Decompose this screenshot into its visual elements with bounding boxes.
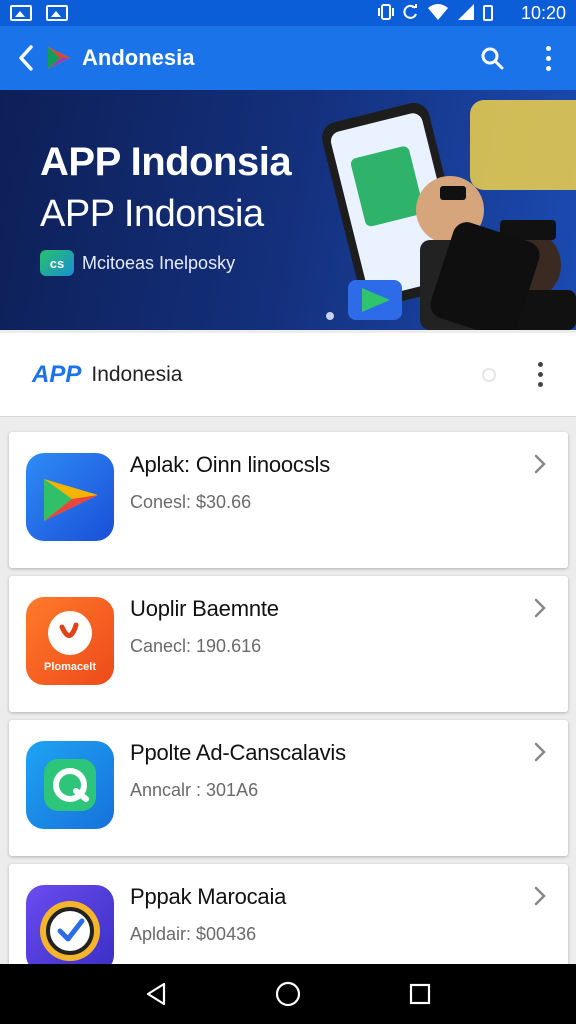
- signal-icon: [457, 4, 475, 22]
- app-meta: Conesl: $30.66: [130, 492, 252, 512]
- clock-icon: [26, 885, 114, 973]
- app-bar-actions: [464, 26, 576, 90]
- app-icon-label: Plomacelt: [44, 661, 96, 673]
- app-name: Aplak: Oinn linoocsls: [130, 452, 331, 477]
- app-text: Pppak Marocaia Apldair: $00436: [130, 884, 286, 945]
- carousel-dot[interactable]: [326, 312, 334, 320]
- triangle-back-icon: [146, 982, 166, 1006]
- image-icon: [10, 5, 32, 21]
- banner-title: APP Indonsia: [40, 140, 292, 184]
- app-meta: Canecl: 190.616: [130, 636, 262, 656]
- list-item[interactable]: Aplak: Oinn linoocsls Conesl: $30.66: [9, 432, 568, 568]
- list-item[interactable]: Ppolte Ad-Canscalavis Anncalr : 301A6: [9, 720, 568, 856]
- nav-recents-button[interactable]: [400, 974, 440, 1014]
- circle-icon: [482, 367, 496, 382]
- app-name: Ppolte Ad-Canscalavis: [130, 740, 346, 765]
- vibrate-icon: [377, 4, 395, 22]
- app-text: Ppolte Ad-Canscalavis Anncalr : 301A6: [130, 740, 346, 801]
- app-text: Uoplir Baemnte Canecl: 190.616: [130, 596, 279, 657]
- navigation-bar: [0, 964, 576, 1024]
- chevron-right-icon: [528, 596, 552, 620]
- more-button[interactable]: [520, 26, 576, 90]
- status-time: 10:20: [520, 2, 566, 23]
- app-text: Aplak: Oinn linoocsls Conesl: $30.66: [130, 452, 330, 513]
- app-title: Andonesia: [82, 45, 195, 70]
- more-vert-icon: [537, 362, 543, 387]
- app-logo-icon: [48, 47, 70, 69]
- app-meta: Anncalr : 301A6: [130, 780, 259, 800]
- nav-home-button[interactable]: [268, 974, 308, 1014]
- status-bar: 10:20: [0, 0, 576, 26]
- chevron-right-icon: [528, 452, 552, 476]
- search-button[interactable]: [464, 26, 520, 90]
- app-bar: Andonesia: [0, 26, 576, 90]
- header-more-button[interactable]: [530, 362, 550, 387]
- wifi-icon: [427, 4, 449, 22]
- nav-back-button[interactable]: [136, 974, 176, 1014]
- banner-subtitle: APP Indonsia: [40, 193, 264, 235]
- brand-subtitle: Indonesia: [91, 362, 183, 386]
- status-left: [10, 5, 68, 21]
- banner-illustration: [322, 100, 576, 330]
- section-header: APP Indonesia: [0, 333, 576, 417]
- app-list: Aplak: Oinn linoocsls Conesl: $30.66 Plo…: [9, 432, 568, 1008]
- header-actions: [482, 362, 576, 387]
- chat-icon: [26, 741, 114, 829]
- sync-icon: [403, 4, 419, 22]
- home-circle-icon: [275, 981, 301, 1007]
- recents-square-icon: [409, 983, 431, 1005]
- status-right: 10:20: [377, 3, 566, 24]
- back-button[interactable]: [8, 26, 44, 90]
- chevron-right-icon: [528, 740, 552, 764]
- chevron-right-icon: [528, 884, 552, 908]
- app-name: Uoplir Baemnte: [130, 596, 279, 621]
- banner-caption: Mcitoeas Inelposky: [82, 253, 236, 273]
- screen: 10:20 Andonesia APP Indonsia APP Indonsi…: [0, 0, 576, 1024]
- brand-label: APP: [32, 360, 82, 388]
- app-meta: Apldair: $00436: [130, 924, 257, 944]
- promo-banner[interactable]: APP Indonsia APP Indonsia cs Mcitoeas In…: [0, 90, 576, 330]
- banner-badge: cs: [40, 250, 74, 276]
- more-vert-icon: [545, 45, 551, 71]
- chevron-left-icon: [19, 45, 33, 71]
- pizza-icon: Plomacelt: [26, 597, 114, 685]
- app-name: Pppak Marocaia: [130, 884, 287, 909]
- list-item[interactable]: Plomacelt Uoplir Baemnte Canecl: 190.616: [9, 576, 568, 712]
- play-store-icon: [26, 453, 114, 541]
- battery-icon: [482, 5, 493, 21]
- gallery-icon: [46, 5, 68, 21]
- search-icon: [481, 47, 504, 70]
- battery-gap: [501, 5, 509, 21]
